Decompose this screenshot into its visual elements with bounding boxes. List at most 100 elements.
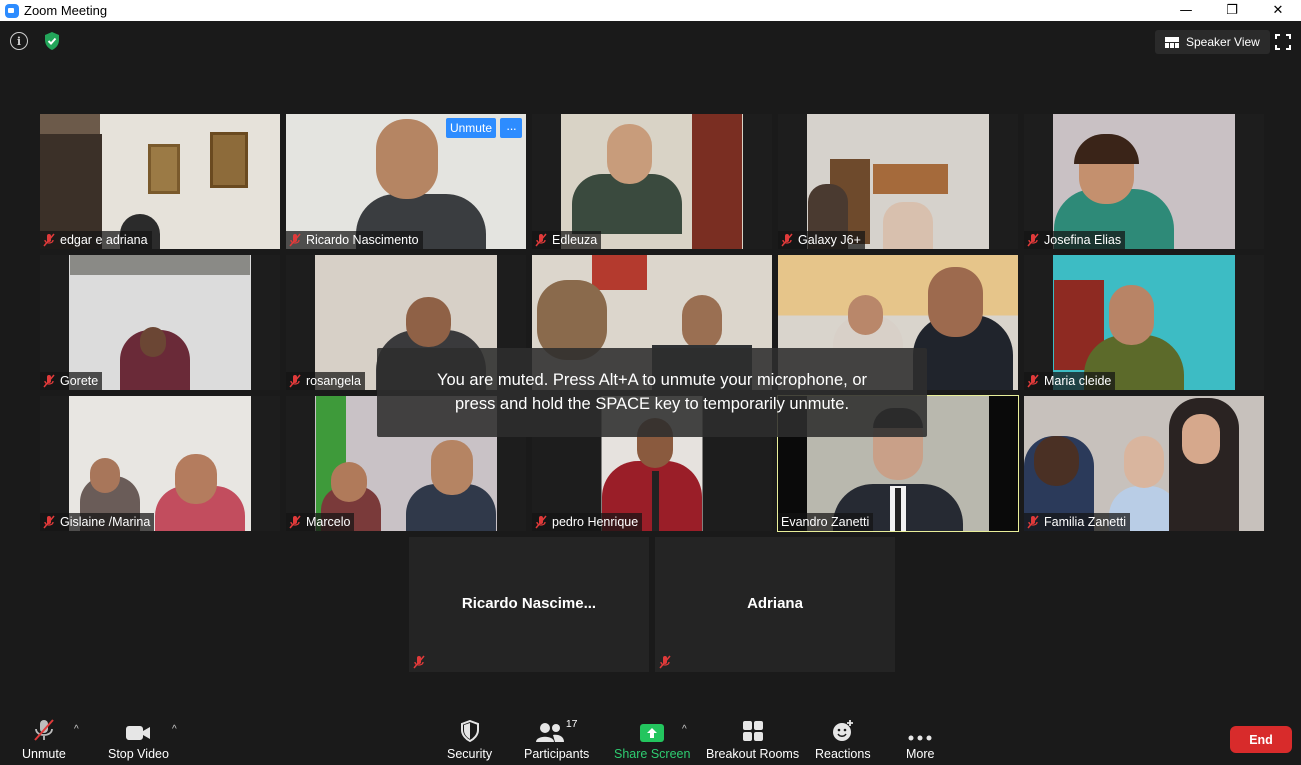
- participant-nametag: Gorete: [40, 372, 103, 390]
- participant-nametag: pedro Henrique: [532, 513, 643, 531]
- video-tile-familia-zanetti[interactable]: Familia Zanetti: [1024, 396, 1264, 531]
- muted-mic-icon: [659, 655, 671, 669]
- participant-name: Edleuza: [552, 233, 598, 247]
- tile-hover-controls: Unmute ···: [445, 118, 522, 138]
- video-tile-maria-cleide[interactable]: Maria cleide: [1024, 255, 1264, 390]
- name-tile-adriana[interactable]: Adriana: [655, 537, 895, 672]
- meeting-toolbar: Unmute ^ Stop Video ^ Security 17 Partic…: [0, 706, 1301, 765]
- participant-nametag: Familia Zanetti: [1024, 513, 1130, 531]
- video-tile-galaxy-j6[interactable]: Galaxy J6+: [778, 114, 1018, 249]
- participant-name: Ricardo Nascime...: [461, 595, 597, 612]
- window-controls: — ❐ ✕: [1163, 0, 1301, 21]
- participant-name: Familia Zanetti: [1044, 515, 1126, 529]
- ask-unmute-button[interactable]: Unmute: [445, 118, 496, 138]
- minimize-button[interactable]: —: [1163, 0, 1209, 21]
- share-screen-label: Share Screen: [614, 747, 691, 761]
- participant-nametag: Edleuza: [532, 231, 602, 249]
- participants-button[interactable]: 17 Participants: [524, 718, 589, 761]
- speaker-view-label: Speaker View: [1186, 35, 1260, 49]
- muted-mic-icon: [34, 719, 54, 741]
- muted-notification-toast: You are muted. Press Alt+A to unmute you…: [377, 348, 927, 437]
- close-button[interactable]: ✕: [1255, 0, 1301, 21]
- video-tile-gislaine-marina[interactable]: Gislaine /Marina: [40, 396, 280, 531]
- participant-name: Josefina Elias: [1044, 233, 1122, 247]
- participant-name: Gislaine /Marina: [60, 515, 151, 529]
- share-options-caret-icon[interactable]: ^: [682, 724, 687, 735]
- unmute-button[interactable]: Unmute: [22, 718, 66, 761]
- video-tile-edgar-e-adriana[interactable]: edgar e adriana: [40, 114, 280, 249]
- reactions-button[interactable]: Reactions: [815, 718, 871, 761]
- reactions-smiley-icon: [832, 720, 853, 741]
- participant-name: edgar e adriana: [60, 233, 148, 247]
- end-meeting-button[interactable]: End: [1230, 726, 1292, 753]
- security-label: Security: [447, 747, 493, 761]
- participant-name: Ricardo Nascimento: [306, 233, 419, 247]
- more-button[interactable]: More: [906, 718, 934, 761]
- stop-video-label: Stop Video: [108, 747, 169, 761]
- participant-name: Evandro Zanetti: [781, 515, 870, 529]
- participant-name: Gorete: [60, 374, 99, 388]
- participant-nametag: Ricardo Nascimento: [286, 231, 423, 249]
- participant-nametag: edgar e adriana: [40, 231, 152, 249]
- participants-icon: [535, 723, 564, 742]
- toast-line-1: You are muted. Press Alt+A to unmute you…: [436, 371, 867, 389]
- encryption-shield-icon[interactable]: [42, 31, 62, 51]
- muted-mic-icon: [535, 233, 547, 247]
- participant-nametag: Galaxy J6+: [778, 231, 865, 249]
- share-screen-button[interactable]: Share Screen: [614, 718, 690, 761]
- toast-line-2: press and hold the SPACE key to temporar…: [454, 395, 850, 413]
- name-tile-ricardo[interactable]: Ricardo Nascime...: [409, 537, 649, 672]
- meeting-info-icon[interactable]: i: [10, 32, 28, 50]
- participant-name: Maria cleide: [1044, 374, 1112, 388]
- fullscreen-icon[interactable]: [1275, 34, 1291, 50]
- security-button[interactable]: Security: [447, 718, 492, 761]
- video-feed: [1024, 396, 1264, 531]
- window-title: Zoom Meeting: [24, 3, 108, 18]
- video-feed: [1024, 255, 1264, 390]
- participant-name: pedro Henrique: [552, 515, 639, 529]
- participant-name: rosangela: [306, 374, 361, 388]
- video-feed: [40, 255, 280, 390]
- muted-mic-icon: [289, 374, 301, 388]
- speaker-view-icon: [1165, 36, 1179, 48]
- audio-options-caret-icon[interactable]: ^: [74, 724, 79, 735]
- muted-mic-icon: [1027, 515, 1039, 529]
- participant-nametag: Marcelo: [286, 513, 355, 531]
- participants-label: Participants: [524, 747, 590, 761]
- breakout-rooms-label: Breakout Rooms: [706, 747, 800, 761]
- restore-button[interactable]: ❐: [1209, 0, 1255, 21]
- more-label: More: [906, 747, 935, 761]
- video-tile-gorete[interactable]: Gorete: [40, 255, 280, 390]
- video-camera-icon: [126, 726, 151, 740]
- video-tile-ricardo-nascimento[interactable]: Unmute ··· Ricardo Nascimento: [286, 114, 526, 249]
- tile-more-button[interactable]: ···: [500, 118, 522, 138]
- participant-name: Adriana: [747, 595, 803, 612]
- muted-mic-icon: [1027, 374, 1039, 388]
- muted-mic-icon: [289, 515, 301, 529]
- participant-name: Marcelo: [306, 515, 351, 529]
- video-tile-edleuza[interactable]: Edleuza: [532, 114, 772, 249]
- participant-nametag: Gislaine /Marina: [40, 513, 155, 531]
- stop-video-button[interactable]: Stop Video: [108, 718, 169, 761]
- breakout-rooms-button[interactable]: Breakout Rooms: [706, 718, 799, 761]
- muted-mic-icon: [289, 233, 301, 247]
- title-bar: Zoom Meeting — ❐ ✕: [0, 0, 1301, 21]
- reactions-label: Reactions: [815, 747, 871, 761]
- more-dots-icon: [908, 735, 932, 741]
- muted-mic-icon: [781, 233, 793, 247]
- breakout-rooms-icon: [742, 721, 763, 741]
- zoom-app-icon: [5, 3, 19, 18]
- participant-nametag: Maria cleide: [1024, 372, 1116, 390]
- video-feed: [40, 114, 280, 249]
- video-options-caret-icon[interactable]: ^: [172, 724, 177, 735]
- muted-mic-icon: [43, 233, 55, 247]
- speaker-view-button[interactable]: Speaker View: [1155, 30, 1270, 54]
- participant-count: 17: [565, 718, 578, 730]
- security-shield-icon: [460, 720, 479, 742]
- video-feed: [778, 114, 1018, 249]
- muted-mic-icon: [43, 374, 55, 388]
- video-feed: [40, 396, 280, 531]
- video-tile-josefina-elias[interactable]: Josefina Elias: [1024, 114, 1264, 249]
- unmute-label: Unmute: [22, 747, 66, 761]
- muted-mic-icon: [43, 515, 55, 529]
